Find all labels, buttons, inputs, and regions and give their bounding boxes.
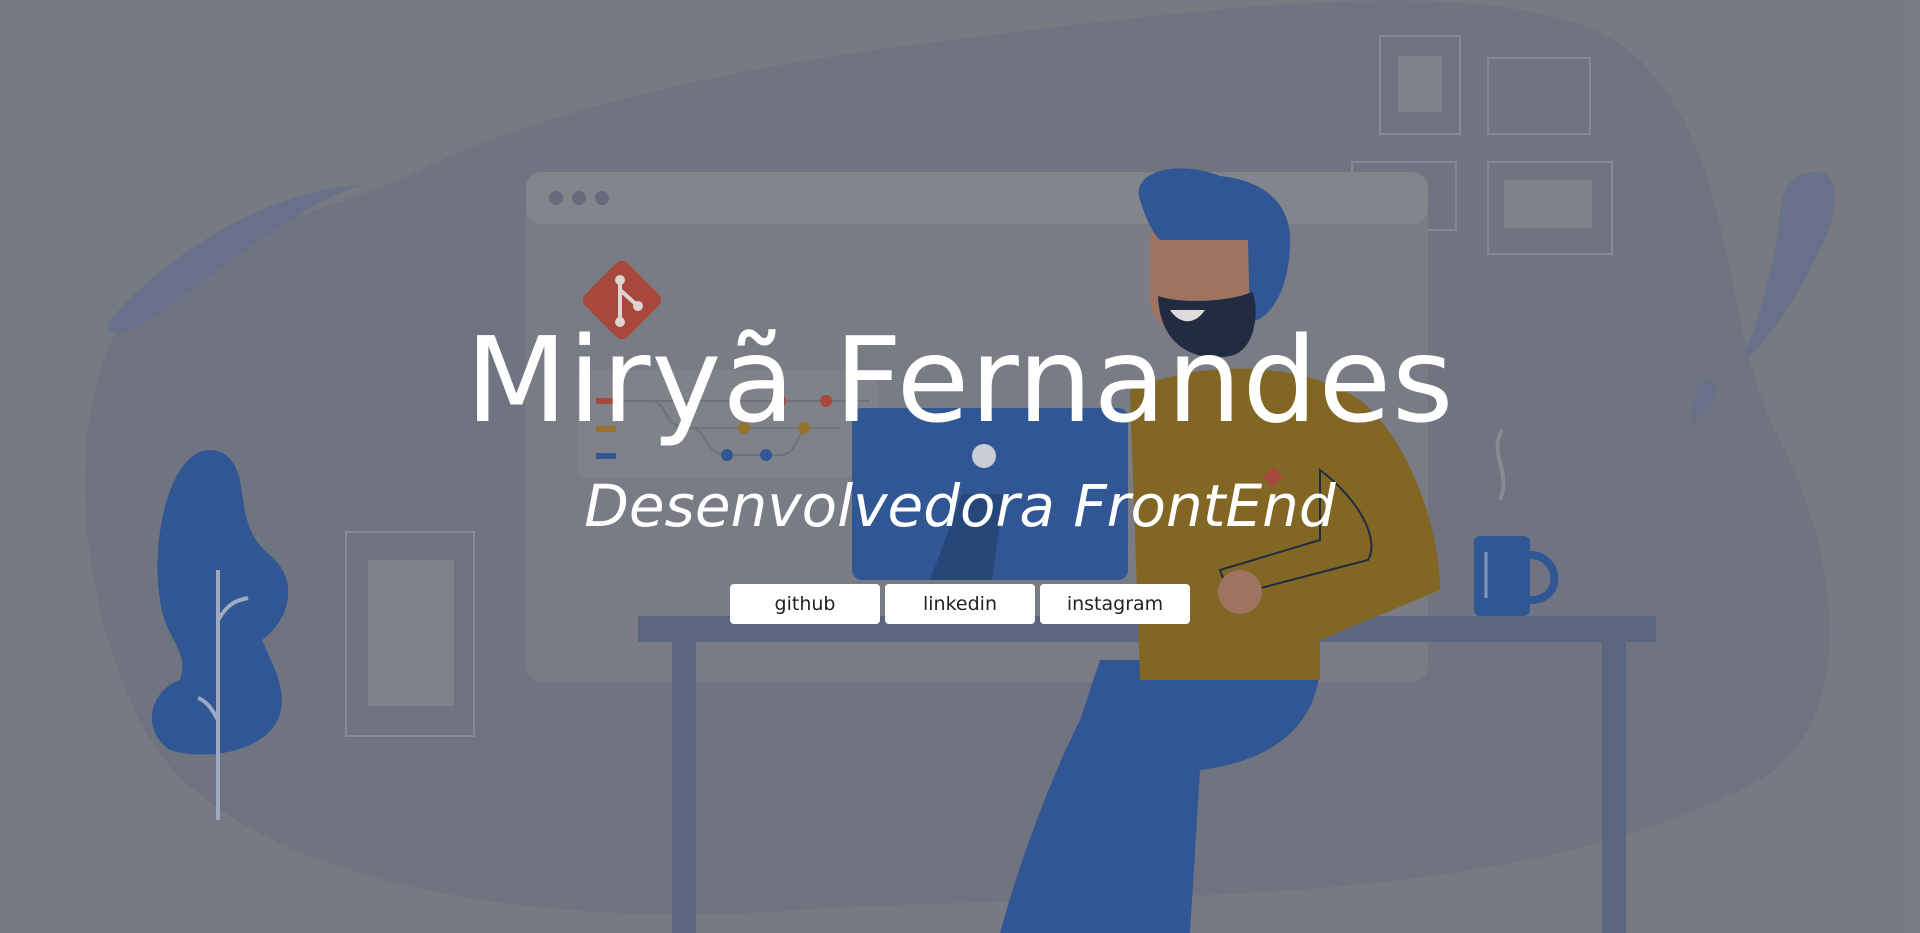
- page-subtitle: Desenvolvedora FrontEnd: [584, 472, 1336, 540]
- social-links: github linkedin instagram: [0, 584, 1920, 624]
- page: Miryã Fernandes Desenvolvedora FrontEnd …: [0, 0, 1920, 933]
- instagram-button[interactable]: instagram: [1040, 584, 1190, 624]
- linkedin-button[interactable]: linkedin: [885, 584, 1035, 624]
- page-title: Miryã Fernandes: [465, 311, 1455, 449]
- hero-section: Miryã Fernandes Desenvolvedora FrontEnd …: [0, 300, 1920, 624]
- github-button[interactable]: github: [730, 584, 880, 624]
